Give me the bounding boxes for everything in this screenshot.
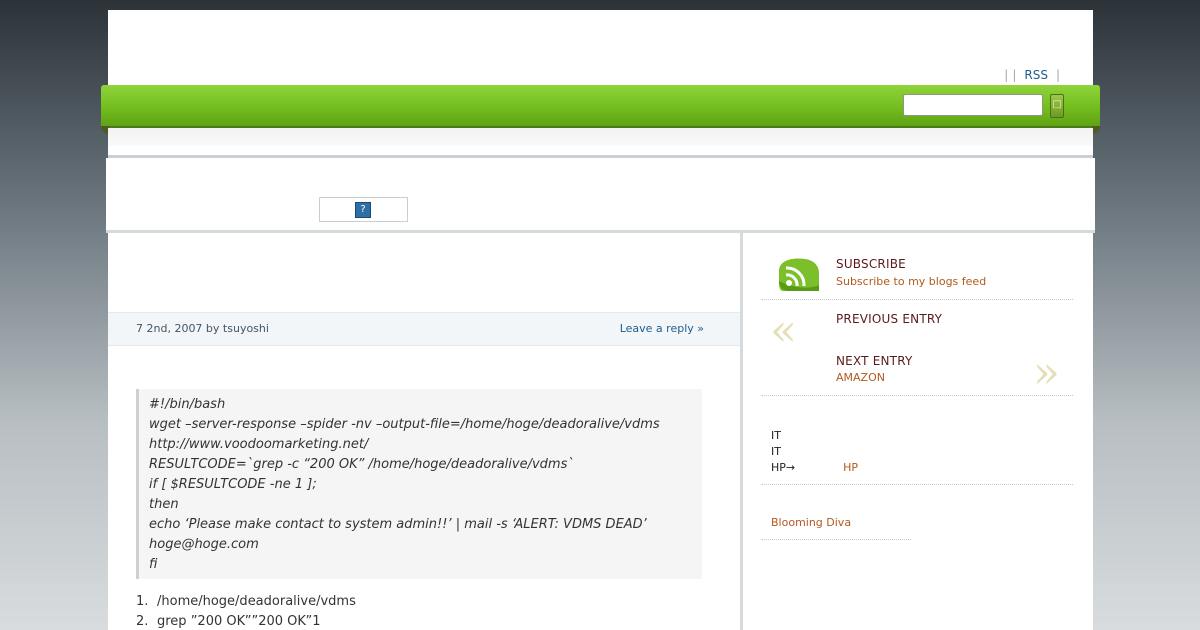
tag-prefix: HP→ [771, 461, 796, 474]
steps-list: 1. /home/hoge/deadoralive/vdms 2. grep ”20… [136, 592, 356, 630]
code-block: #!/bin/bash wget –server-response –spide… [136, 389, 702, 579]
search-button[interactable]: □ [1050, 94, 1064, 118]
divider [761, 484, 1073, 485]
previous-entry-title: PREVIOUS ENTRY [836, 312, 943, 326]
missing-image-icon: ? [355, 202, 371, 218]
list-text: grep ”200 OK””200 OK”1 [157, 614, 321, 629]
search-input[interactable] [903, 94, 1043, 116]
top-links: | | RSS | [1004, 68, 1060, 82]
list-text: /home/hoge/deadoralive/vdms [157, 594, 356, 609]
separator: | [1012, 68, 1017, 82]
list-item: 2. grep ”200 OK””200 OK”1 [136, 612, 356, 630]
rss-icon[interactable] [775, 257, 821, 293]
subscribe-title: SUBSCRIBE [836, 257, 906, 271]
tag-item: IT [771, 429, 781, 442]
tag-item: IT [771, 445, 781, 458]
divider [761, 539, 911, 540]
main-navbar: □ [101, 85, 1100, 134]
separator: | [1004, 68, 1009, 82]
code-line: echo ‘Please make contact to system admi… [149, 517, 647, 532]
divider [761, 395, 1073, 396]
code-line: http://www.voodoomarketing.net/ [149, 437, 369, 452]
previous-quote-icon: « [770, 305, 797, 356]
subscribe-link[interactable]: Subscribe to my blogs feed [836, 275, 986, 288]
leave-reply-link[interactable]: Leave a reply » [620, 322, 704, 335]
code-line: hoge@hoge.com [149, 537, 259, 552]
divider [761, 299, 1073, 300]
code-line: RESULTCODE=`grep -c “200 OK” /home/hoge/… [149, 457, 574, 472]
next-entry-link[interactable]: AMAZON [836, 371, 885, 384]
sub-navbar [108, 128, 1093, 146]
code-line: if [ $RESULTCODE -ne 1 ]; [149, 477, 317, 492]
code-line: fi [149, 557, 158, 572]
code-line: wget –server-response –spider -nv –outpu… [149, 417, 660, 432]
post-author: tsuyoshi [222, 322, 269, 335]
blogroll-link[interactable]: Blooming Diva [771, 516, 851, 529]
next-quote-icon: » [1033, 347, 1060, 398]
main-content: 7 2nd, 2007 by tsuyoshi Leave a reply » … [108, 233, 743, 630]
hp-link[interactable]: HP [843, 461, 858, 474]
separator: | [1055, 68, 1060, 82]
list-number: 2. [136, 614, 149, 629]
rss-link[interactable]: RSS [1020, 68, 1052, 82]
sidebar: SUBSCRIBE Subscribe to my blogs feed « P… [743, 233, 1093, 630]
tag-list: IT IT HP→ HP [771, 428, 858, 476]
list-item: 1. /home/hoge/deadoralive/vdms [136, 592, 356, 612]
list-number: 1. [136, 594, 149, 609]
code-line: then [149, 497, 179, 512]
ad-placeholder[interactable]: ? [319, 197, 408, 222]
code-line: #!/bin/bash [149, 397, 226, 412]
next-entry-title: NEXT ENTRY [836, 354, 913, 368]
post-date: 7 2nd, 2007 by tsuyoshi [136, 322, 269, 335]
banner-area: ? [106, 158, 1095, 233]
post-date-text: 7 2nd, 2007 by [136, 322, 223, 335]
tag-item: HP→ HP [771, 460, 858, 476]
post-meta-bar: 7 2nd, 2007 by tsuyoshi Leave a reply » [108, 312, 740, 346]
